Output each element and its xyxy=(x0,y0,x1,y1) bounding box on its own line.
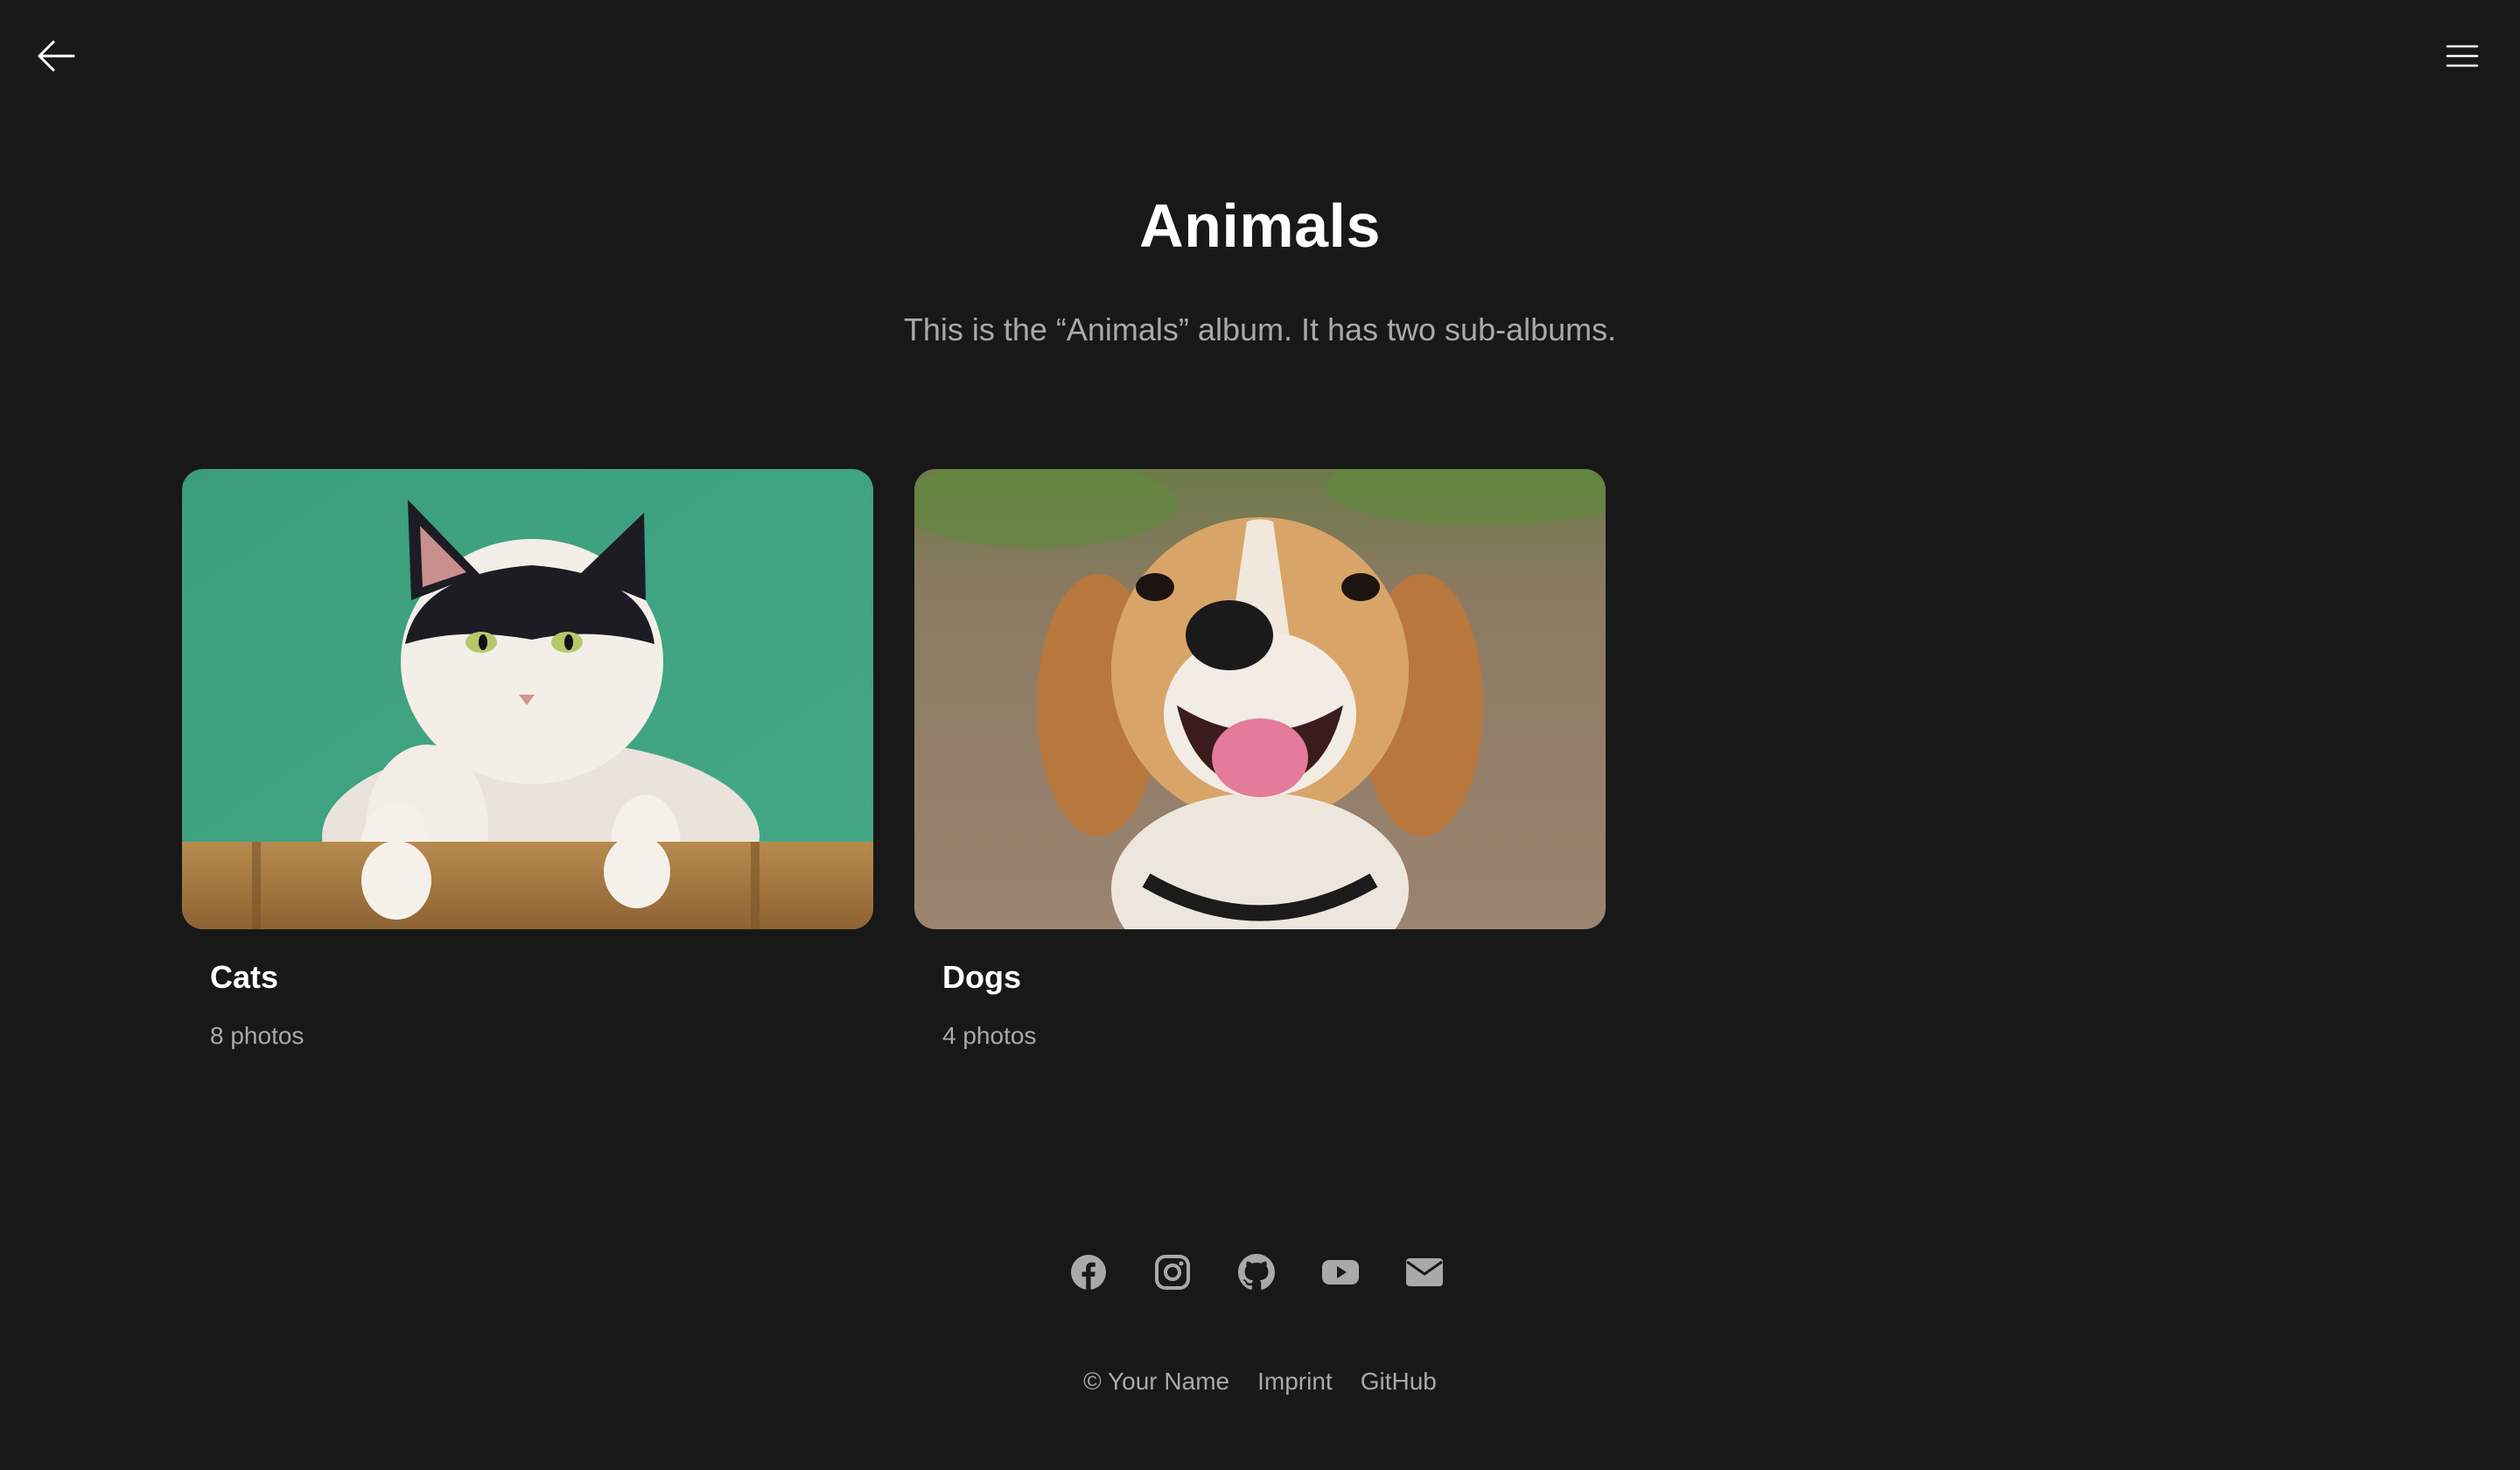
github-link[interactable]: GitHub xyxy=(1361,1368,1437,1396)
arrow-left-icon xyxy=(38,40,75,72)
sub-album-title[interactable]: Cats xyxy=(210,959,278,996)
dogs-thumbnail-image xyxy=(914,469,1606,929)
imprint-link[interactable]: Imprint xyxy=(1257,1368,1333,1396)
youtube-icon[interactable] xyxy=(1321,1253,1360,1292)
facebook-icon[interactable] xyxy=(1069,1253,1108,1292)
mail-icon[interactable] xyxy=(1405,1253,1444,1292)
social-links xyxy=(1069,1253,1444,1292)
menu-button[interactable] xyxy=(2441,35,2483,77)
sub-album-title[interactable]: Dogs xyxy=(942,959,1021,996)
footer-copyright: © Your Name xyxy=(1083,1368,1230,1395)
sub-album-photo-count: 8 photos xyxy=(210,1022,304,1049)
page: Animals This is the “Animals” album. It … xyxy=(0,0,2520,1470)
github-icon[interactable] xyxy=(1237,1253,1276,1292)
footer: © Your Name Imprint GitHub xyxy=(0,1368,2520,1396)
sub-album-card-dogs[interactable]: Dogs 4 photos xyxy=(914,469,1606,1049)
page-title: Animals xyxy=(1139,192,1381,260)
sub-album-card-cats[interactable]: Cats 8 photos xyxy=(182,469,873,1049)
instagram-icon[interactable] xyxy=(1153,1253,1192,1292)
hamburger-menu-icon xyxy=(2446,45,2479,67)
cats-thumbnail-image xyxy=(182,469,873,929)
album-description: This is the “Animals” album. It has two … xyxy=(903,312,1617,347)
back-button[interactable] xyxy=(35,35,77,77)
sub-album-photo-count: 4 photos xyxy=(942,1022,1037,1049)
